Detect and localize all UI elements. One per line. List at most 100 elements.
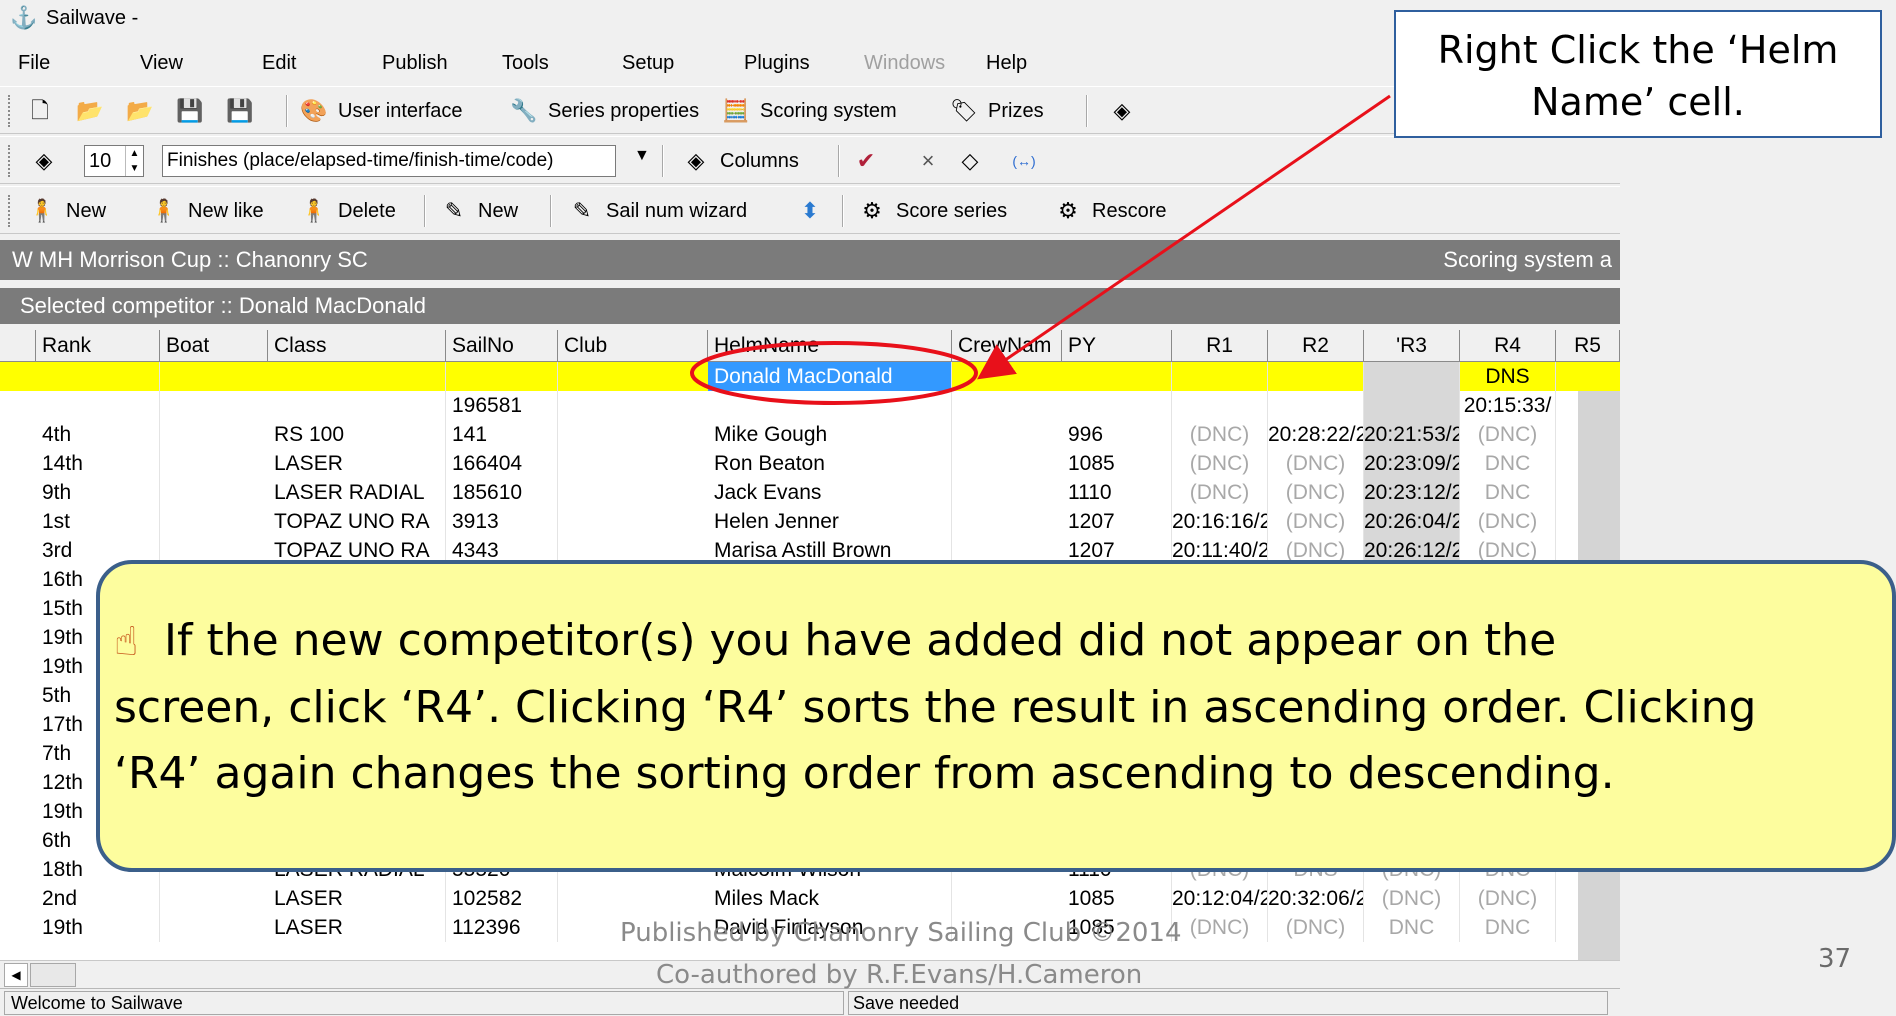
cell-py[interactable] (1062, 391, 1172, 420)
table-row[interactable]: 1st TOPAZ UNO RA 3913 Helen Jenner 1207 20:16… (0, 507, 1620, 536)
cell-r1[interactable] (1172, 362, 1268, 391)
cell-r1[interactable]: (DNC) (1172, 420, 1268, 449)
column-header-boat[interactable]: Boat (160, 330, 268, 362)
table-row[interactable]: Donald MacDonald DNS (0, 362, 1620, 391)
column-header-helm[interactable]: HelmName (708, 330, 952, 362)
sail-num-wizard-button[interactable]: ✎ Sail num wizard (568, 187, 747, 235)
cell-helm[interactable]: Miles Mack (708, 884, 952, 913)
save-button[interactable]: 💾 (176, 87, 204, 135)
column-header-r2[interactable]: R2 (1268, 330, 1364, 362)
cell-sailno[interactable]: 3913 (446, 507, 558, 536)
cell-r3[interactable] (1364, 391, 1460, 420)
column-header-r1[interactable]: R1 (1172, 330, 1268, 362)
extra-button[interactable]: ◈ (1108, 87, 1136, 135)
cell-r3[interactable] (1364, 362, 1460, 391)
cell-r4[interactable]: (DNC) (1460, 884, 1556, 913)
sort-button[interactable]: ⬍ (796, 187, 824, 235)
cell-r3[interactable]: 20:21:53/2 (1364, 420, 1460, 449)
cell-class[interactable]: LASER (268, 884, 446, 913)
table-row[interactable]: 196581 20:15:33/ (0, 391, 1620, 420)
cell-rank[interactable] (36, 362, 160, 391)
toolbar-grip[interactable] (8, 195, 12, 227)
cell-r1[interactable] (1172, 391, 1268, 420)
user-interface-button[interactable]: 🎨 User interface (300, 87, 462, 135)
cell-r2[interactable]: (DNC) (1268, 913, 1364, 942)
menu-edit[interactable]: Edit (262, 52, 296, 75)
save-as-button[interactable]: 💾 (226, 87, 254, 135)
cell-r1[interactable]: (DNC) (1172, 449, 1268, 478)
cell-r2[interactable] (1268, 362, 1364, 391)
scroll-thumb[interactable] (30, 963, 76, 987)
menu-tools[interactable]: Tools (502, 52, 549, 75)
column-header-class[interactable]: Class (268, 330, 446, 362)
menu-publish[interactable]: Publish (382, 52, 448, 75)
menu-windows[interactable]: Windows (864, 52, 945, 75)
cell-helm[interactable]: Ron Beaton (708, 449, 952, 478)
width-button[interactable]: (↔) (1010, 137, 1038, 185)
column-header-rank[interactable]: Rank (36, 330, 160, 362)
cell-class[interactable] (268, 362, 446, 391)
cell-rank[interactable] (36, 391, 160, 420)
finishes-mode-select[interactable]: Finishes (place/elapsed-time/finish-time… (162, 145, 616, 177)
toolbar-grip[interactable] (8, 145, 12, 177)
grid-corner[interactable] (0, 330, 36, 362)
cell-r4[interactable]: (DNC) (1460, 507, 1556, 536)
cell-r3[interactable]: 20:26:04/2 (1364, 507, 1460, 536)
score-series-button[interactable]: ⚙ Score series (858, 187, 1007, 235)
cell-sailno[interactable] (446, 362, 558, 391)
cell-sailno[interactable]: 166404 (446, 449, 558, 478)
column-header-club[interactable]: Club (558, 330, 708, 362)
cell-sailno[interactable]: 112396 (446, 913, 558, 942)
cell-helm[interactable]: Donald MacDonald (708, 362, 952, 391)
cell-py[interactable]: 1207 (1062, 507, 1172, 536)
cell-py[interactable]: 1110 (1062, 478, 1172, 507)
cell-class[interactable]: LASER (268, 449, 446, 478)
cell-r1[interactable]: 20:12:04/2 (1172, 884, 1268, 913)
cell-r3[interactable]: (DNC) (1364, 884, 1460, 913)
table-row[interactable]: 4th RS 100 141 Mike Gough 996 (DNC) 20:28:22/2… (0, 420, 1620, 449)
delete-button[interactable]: 🧍 Delete (300, 187, 396, 235)
cell-r2[interactable] (1268, 391, 1364, 420)
new-doc-button[interactable]: 🗋 (26, 87, 54, 135)
cell-py[interactable]: 996 (1062, 420, 1172, 449)
column-header-r5[interactable]: R5 (1556, 330, 1620, 362)
rescore-button[interactable]: ⚙ Rescore (1054, 187, 1166, 235)
scoring-system-button[interactable]: 🧮 Scoring system (722, 87, 896, 135)
scroll-left-icon[interactable]: ◀ (4, 963, 28, 987)
column-header-py[interactable]: PY (1062, 330, 1172, 362)
cell-r2[interactable]: 20:32:06/2 (1268, 884, 1364, 913)
cell-helm[interactable] (708, 391, 952, 420)
cell-r2[interactable]: (DNC) (1268, 507, 1364, 536)
cell-r3[interactable]: 20:23:12/2 (1364, 478, 1460, 507)
column-header-crew[interactable]: CrewNam (952, 330, 1062, 362)
cell-r1[interactable]: 20:16:16/2 (1172, 507, 1268, 536)
cell-class[interactable]: TOPAZ UNO RA (268, 507, 446, 536)
cell-r4[interactable]: DNC (1460, 913, 1556, 942)
table-row[interactable]: 14th LASER 166404 Ron Beaton 1085 (DNC) (DNC) 2… (0, 449, 1620, 478)
cell-sailno[interactable]: 185610 (446, 478, 558, 507)
cell-class[interactable]: LASER (268, 913, 446, 942)
cell-rank[interactable]: 1st (36, 507, 160, 536)
cell-r1[interactable]: (DNC) (1172, 478, 1268, 507)
eraser-button[interactable]: ◇ (956, 137, 984, 185)
series-properties-button[interactable]: 🔧 Series properties (510, 87, 699, 135)
cell-r4[interactable]: DNS (1460, 362, 1556, 391)
cell-py[interactable]: 1085 (1062, 884, 1172, 913)
spinner-arrows[interactable]: ▲ ▼ (125, 146, 143, 176)
menu-setup[interactable]: Setup (622, 52, 674, 75)
cell-class[interactable] (268, 391, 446, 420)
cell-sailno[interactable]: 196581 (446, 391, 558, 420)
toolbar-grip[interactable] (8, 95, 12, 127)
menu-plugins[interactable]: Plugins (744, 52, 810, 75)
cell-rank[interactable]: 4th (36, 420, 160, 449)
cell-sailno[interactable]: 141 (446, 420, 558, 449)
clear-button[interactable]: × (914, 137, 942, 185)
menu-help[interactable]: Help (986, 52, 1027, 75)
cell-class[interactable]: LASER RADIAL (268, 478, 446, 507)
cell-rank[interactable]: 2nd (36, 884, 160, 913)
new-competitor-button[interactable]: 🧍 New (28, 187, 106, 235)
cell-r2[interactable]: (DNC) (1268, 449, 1364, 478)
cell-py[interactable] (1062, 362, 1172, 391)
open-web-button[interactable]: 📂 (126, 87, 154, 135)
cell-r4[interactable]: DNC (1460, 478, 1556, 507)
